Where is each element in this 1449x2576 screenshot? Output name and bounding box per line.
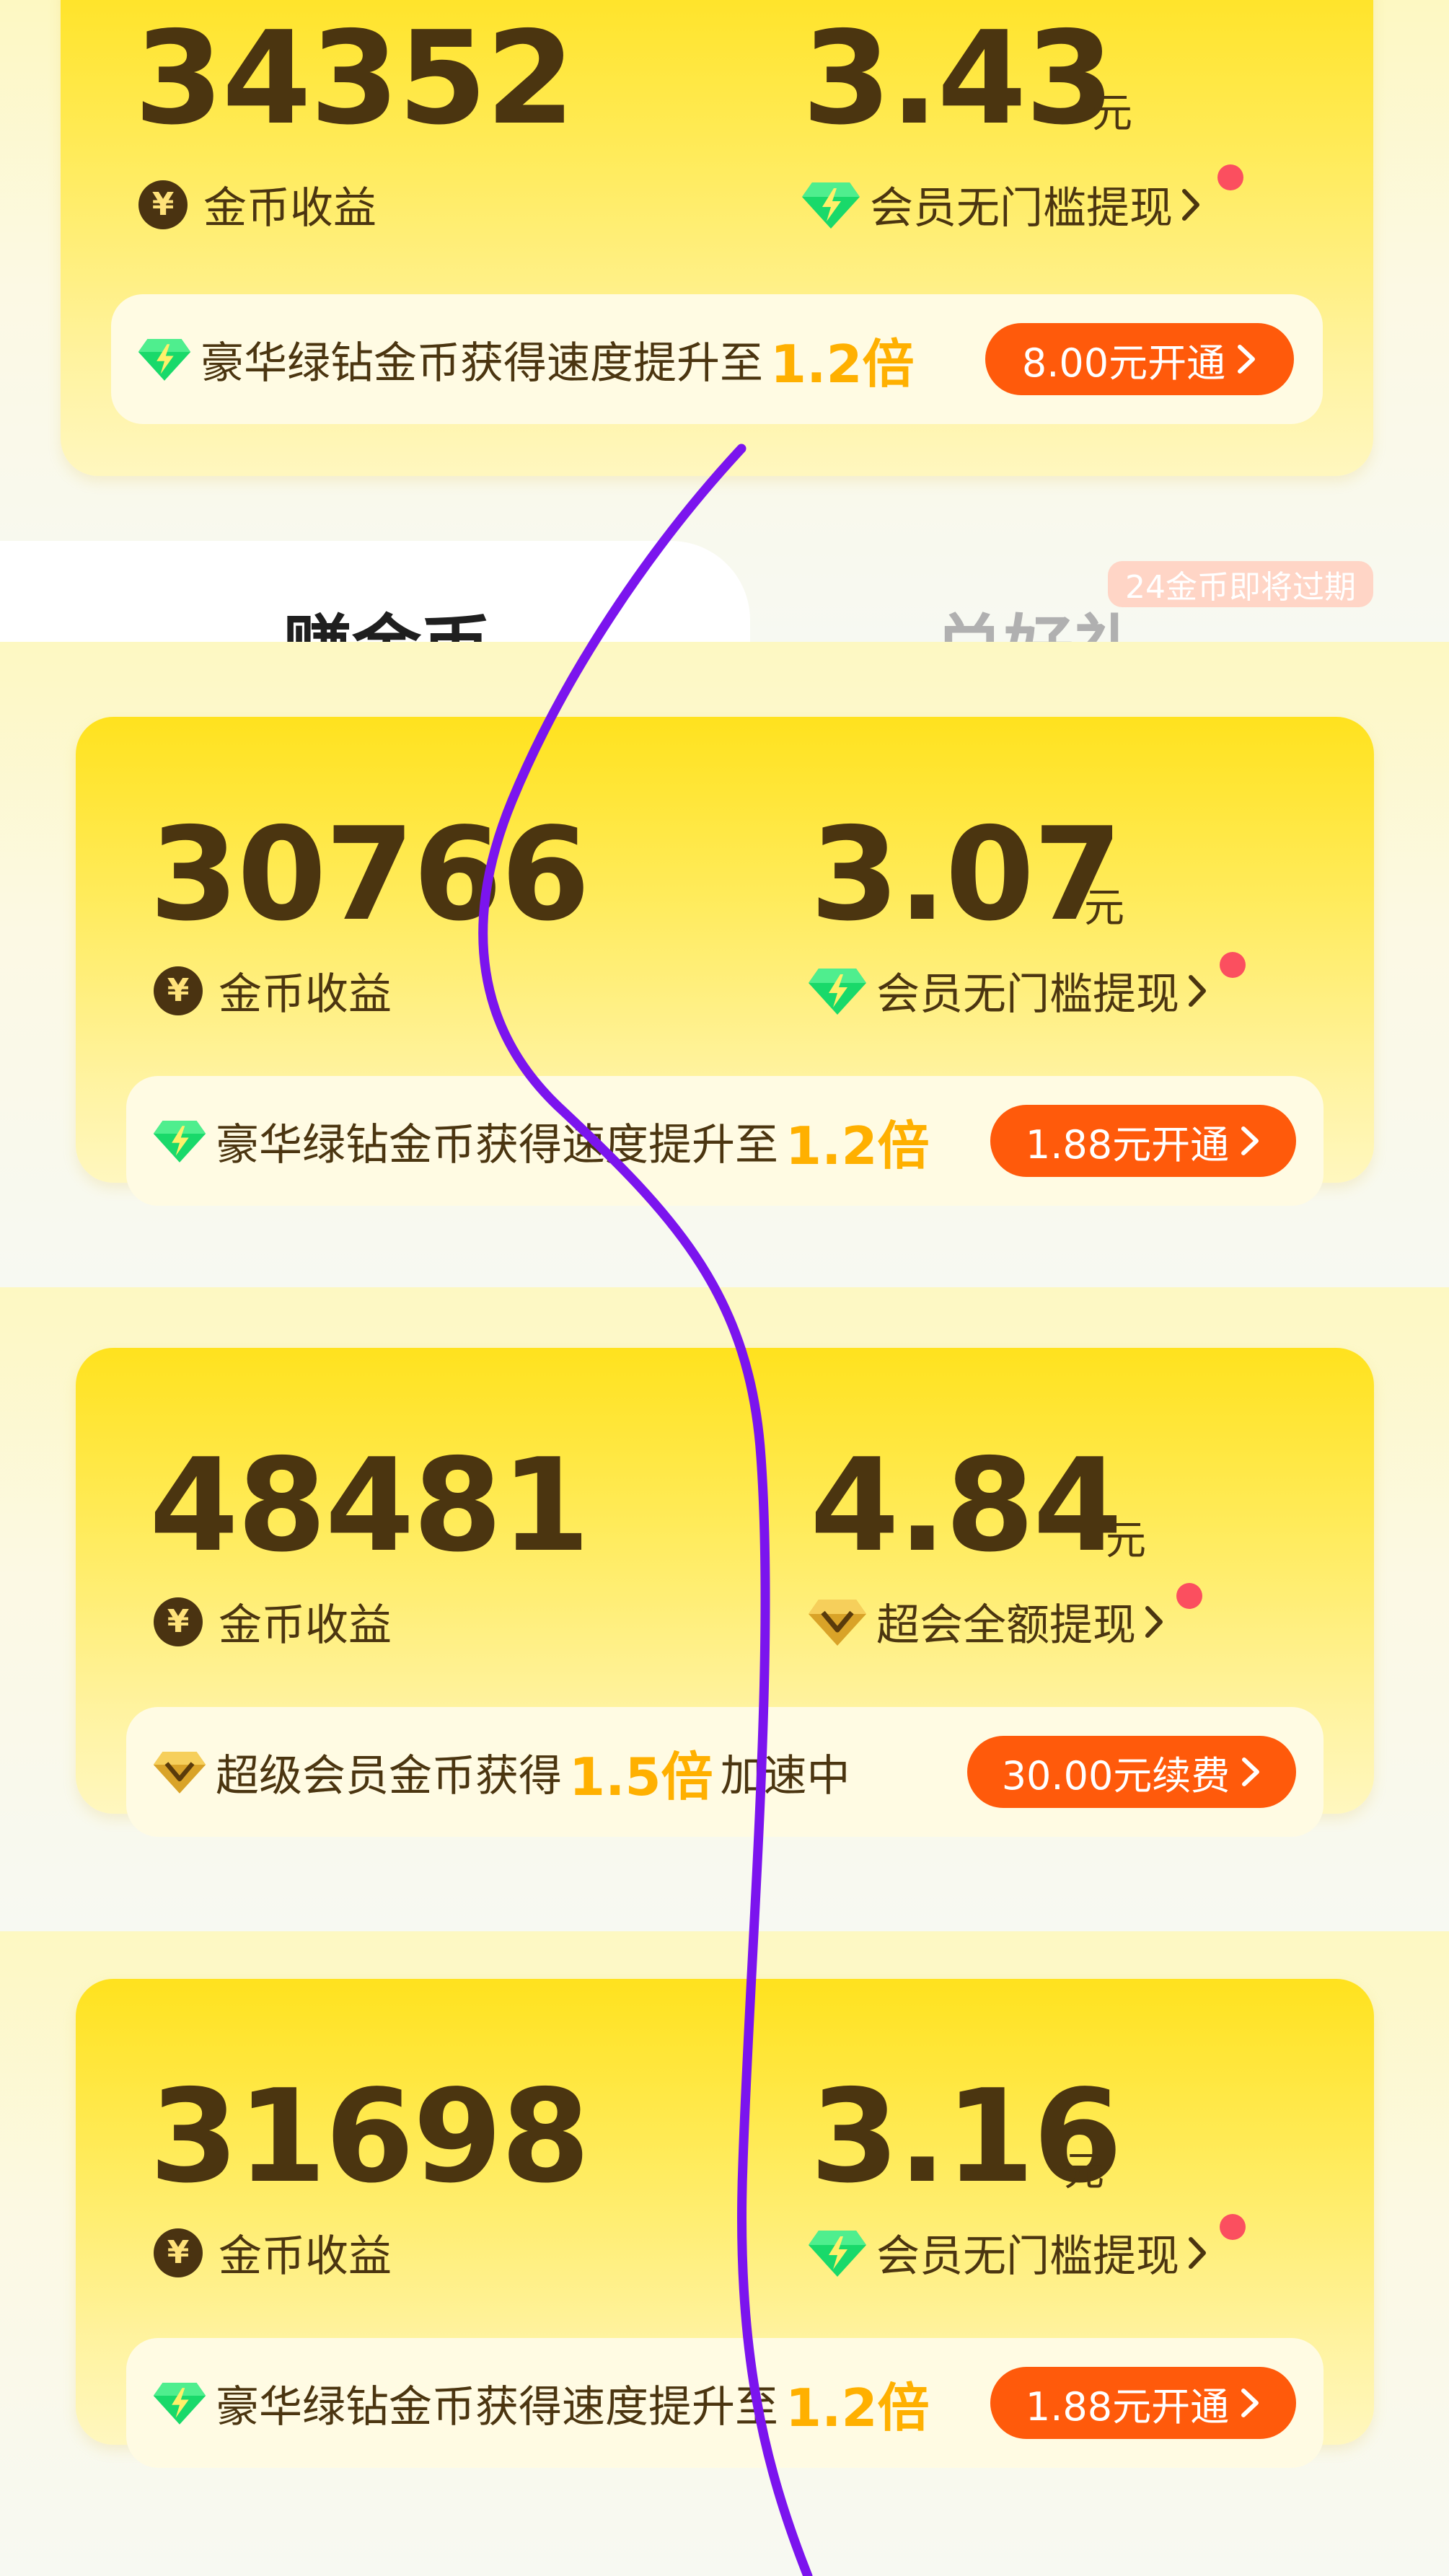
currency-unit: 元 [1092, 90, 1132, 137]
chevron-right-icon [1241, 2388, 1259, 2417]
cash-amount: 3.07 [810, 800, 1122, 949]
gold-diamond-icon [153, 1751, 206, 1794]
withdraw-text: 超会全额提现 [876, 1600, 1136, 1651]
earnings-card: 31698 3.16 元 ¥ 金币收益 会员无门槛提现 豪华绿钻金币获得速度提升… [76, 1979, 1374, 2468]
coin-earnings-text: 金币收益 [219, 969, 392, 1020]
cash-amount: 3.43 [802, 4, 1114, 153]
notification-dot [1220, 952, 1246, 978]
activate-button[interactable]: 8.00元开通 [985, 323, 1294, 395]
chevron-right-icon [1242, 1757, 1260, 1786]
promo-text-row: 豪华绿钻金币获得速度提升至 1.2倍 [152, 1103, 937, 1179]
green-diamond-icon [138, 338, 191, 381]
tab-earn[interactable]: 赚金币 [283, 591, 490, 642]
chevron-right-icon [1182, 188, 1199, 221]
withdraw-link[interactable]: 会员无门槛提现 [807, 959, 1208, 1022]
withdraw-link[interactable]: 会员无门槛提现 [807, 2221, 1208, 2284]
screenshot-panel-3: 48481 4.84 元 ¥ 金币收益 超会全额提现 超级会员金币获得 1.5倍… [0, 1287, 1449, 1931]
withdraw-text: 会员无门槛提现 [876, 969, 1179, 1020]
coin-balance: 31698 [149, 2062, 590, 2211]
withdraw-text: 会员无门槛提现 [876, 2231, 1179, 2282]
yuan-coin-icon: ¥ [154, 966, 203, 1015]
currency-unit: 元 [1106, 1517, 1146, 1564]
promo-text: 超级会员金币获得 [216, 1750, 562, 1801]
screenshot-panel-1: 34352 3.43 元 ¥ 金币收益 会员无门槛提现 豪华绿钻金币获得速度提升… [0, 0, 1449, 642]
screenshot-panel-4: 31698 3.16 元 ¥ 金币收益 会员无门槛提现 豪华绿钻金币获得速度提升… [0, 1931, 1449, 2576]
chevron-right-icon [1145, 1605, 1163, 1638]
chevron-right-icon [1238, 345, 1256, 374]
activate-button[interactable]: 1.88元开通 [990, 2367, 1296, 2439]
earnings-card: 34352 3.43 元 ¥ 金币收益 会员无门槛提现 豪华绿钻金币获得速度提升… [61, 0, 1373, 476]
promo-text-row: 豪华绿钻金币获得速度提升至 1.2倍 [137, 322, 922, 397]
green-diamond-icon [153, 1120, 206, 1163]
chevron-right-icon [1241, 1126, 1259, 1155]
coin-balance: 34352 [134, 4, 575, 153]
yuan-coin-icon: ¥ [138, 180, 188, 229]
yuan-coin-icon: ¥ [154, 1597, 203, 1646]
coin-earnings-text: 金币收益 [203, 183, 376, 234]
screenshot-panel-2: 30766 3.07 元 ¥ 金币收益 会员无门槛提现 豪华绿钻金币获得速度提升… [0, 642, 1449, 1287]
notification-dot [1176, 1583, 1202, 1609]
notification-dot [1217, 164, 1243, 190]
notification-dot [1220, 2214, 1246, 2240]
coin-earnings-text: 金币收益 [219, 2231, 392, 2282]
activate-button[interactable]: 1.88元开通 [990, 1105, 1296, 1177]
promo-text: 豪华绿钻金币获得速度提升至 [216, 2381, 778, 2432]
gold-diamond-icon [809, 1599, 866, 1646]
coin-balance: 48481 [149, 1431, 590, 1580]
green-diamond-icon [809, 968, 866, 1015]
promo-multiplier: 1.2倍 [770, 333, 915, 394]
green-diamond-icon [153, 2382, 206, 2425]
promo-suffix: 加速中 [720, 1750, 850, 1801]
promo-text-row: 豪华绿钻金币获得速度提升至 1.2倍 [152, 2365, 937, 2441]
currency-unit: 元 [1084, 885, 1124, 932]
chevron-right-icon [1189, 974, 1206, 1007]
coin-earnings-label: ¥ 金币收益 [154, 1590, 392, 1653]
coin-earnings-label: ¥ 金币收益 [138, 173, 376, 236]
coin-earnings-text: 金币收益 [219, 1600, 392, 1651]
coin-earnings-label: ¥ 金币收益 [154, 2221, 392, 2284]
promo-multiplier: 1.2倍 [785, 1115, 930, 1176]
yuan-coin-icon: ¥ [154, 2228, 203, 2277]
earnings-card: 30766 3.07 元 ¥ 金币收益 会员无门槛提现 豪华绿钻金币获得速度提升… [76, 717, 1374, 1206]
withdraw-text: 会员无门槛提现 [870, 183, 1173, 234]
green-diamond-icon [802, 182, 860, 229]
green-diamond-icon [809, 2230, 866, 2277]
withdraw-link[interactable]: 会员无门槛提现 [801, 173, 1202, 236]
currency-unit: 元 [1064, 2148, 1104, 2195]
promo-text-row: 超级会员金币获得 1.5倍 加速中 [152, 1734, 850, 1810]
renew-button[interactable]: 30.00元续费 [967, 1736, 1296, 1808]
promo-text: 豪华绿钻金币获得速度提升至 [201, 338, 763, 389]
expiring-coins-badge[interactable]: 24金币即将过期 [1108, 561, 1373, 607]
earnings-card: 48481 4.84 元 ¥ 金币收益 超会全额提现 超级会员金币获得 1.5倍… [76, 1348, 1374, 1837]
promo-multiplier: 1.5倍 [569, 1746, 713, 1807]
coin-balance: 30766 [149, 800, 590, 949]
withdraw-link[interactable]: 超会全额提现 [807, 1590, 1165, 1653]
cash-amount: 4.84 [810, 1431, 1122, 1580]
promo-multiplier: 1.2倍 [785, 2377, 930, 2438]
promo-text: 豪华绿钻金币获得速度提升至 [216, 1119, 778, 1170]
chevron-right-icon [1189, 2236, 1206, 2269]
coin-earnings-label: ¥ 金币收益 [154, 959, 392, 1022]
